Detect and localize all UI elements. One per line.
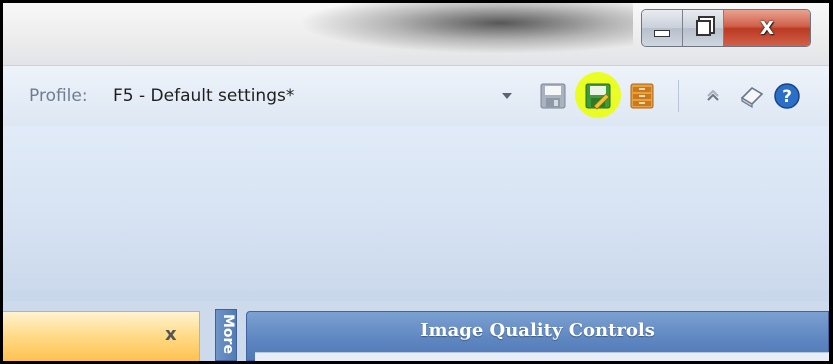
title-bar: X xyxy=(3,3,829,65)
save-icon[interactable] xyxy=(539,82,567,110)
collapse-icon[interactable] xyxy=(699,82,727,110)
help-icon[interactable]: ? xyxy=(773,82,801,110)
close-button[interactable]: X xyxy=(724,10,810,46)
minimize-icon xyxy=(654,29,670,37)
close-icon: X xyxy=(760,17,774,39)
left-panel-header: x xyxy=(3,311,200,361)
panel-content-edge xyxy=(255,352,829,361)
profile-select[interactable]: F5 - Default settings* xyxy=(113,86,294,106)
toolbar-separator xyxy=(678,80,679,112)
close-icon[interactable]: x xyxy=(165,324,177,345)
eraser-icon[interactable] xyxy=(738,82,766,110)
minimize-button[interactable] xyxy=(642,10,683,46)
panel-area: x More Image Quality Controls xyxy=(3,301,829,361)
ribbon-border xyxy=(3,291,829,301)
restore-button[interactable] xyxy=(683,10,724,46)
profile-toolbar: Profile: F5 - Default settings* ? xyxy=(3,65,829,127)
svg-text:?: ? xyxy=(782,87,792,107)
profiles-icon[interactable] xyxy=(628,82,656,110)
chevron-down-icon[interactable] xyxy=(502,93,512,99)
save-as-icon[interactable] xyxy=(584,82,612,110)
restore-icon xyxy=(695,20,711,36)
image-quality-title: Image Quality Controls xyxy=(420,320,655,341)
image-quality-panel-header: Image Quality Controls xyxy=(246,311,829,361)
vertical-tab[interactable]: More xyxy=(215,309,237,361)
window-controls: X xyxy=(641,9,811,47)
app-window: X Profile: F5 - Default settings* ? x Mo… xyxy=(3,3,829,361)
ribbon-area xyxy=(3,126,829,291)
profile-label: Profile: xyxy=(29,86,88,106)
blurred-title-area xyxy=(303,3,633,53)
